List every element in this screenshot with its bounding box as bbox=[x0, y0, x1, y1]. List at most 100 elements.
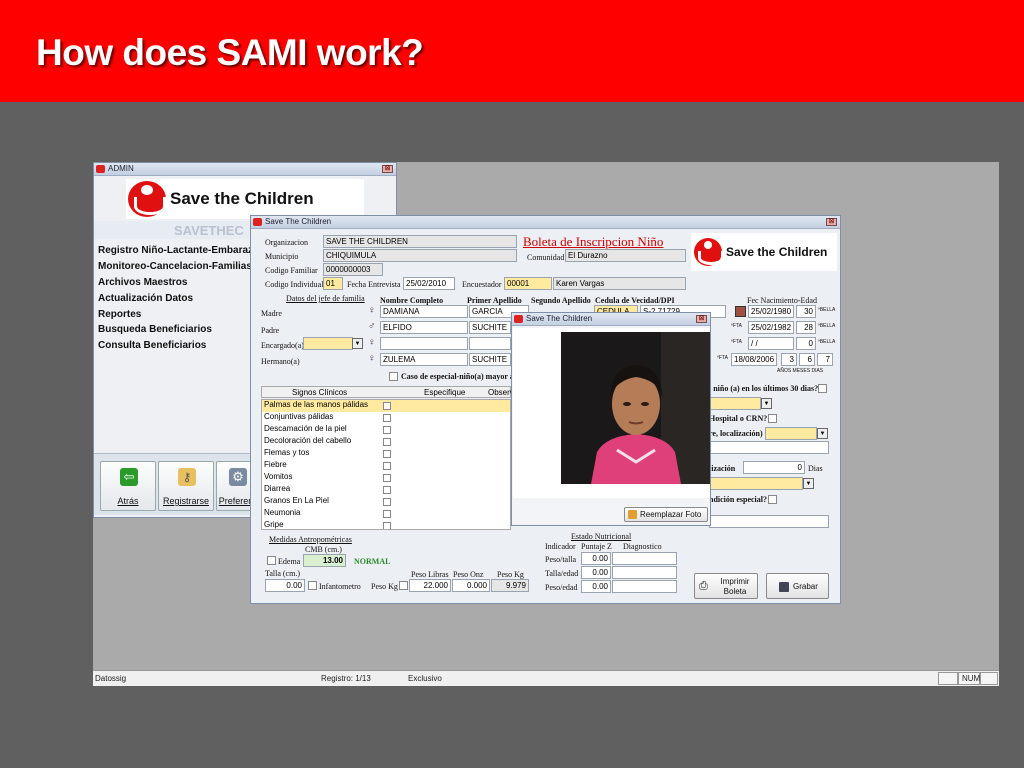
menu-registro[interactable]: Registro Niño-Lactante-Embaraz bbox=[98, 245, 253, 256]
talla-edad-diagnostico[interactable] bbox=[612, 566, 677, 579]
talla-edad-value[interactable]: 0.00 bbox=[581, 566, 611, 579]
replace-photo-label: Reemplazar Foto bbox=[640, 510, 702, 519]
hermano-fecha-field[interactable]: 18/08/2006 bbox=[731, 353, 777, 366]
signo-checkbox[interactable] bbox=[383, 414, 391, 422]
signos-row[interactable]: Vomitos bbox=[262, 472, 510, 484]
close-icon[interactable]: ⊠ bbox=[696, 315, 707, 323]
peso-libras-field[interactable]: 22.000 bbox=[409, 579, 451, 592]
menu-reportes[interactable]: Reportes bbox=[98, 309, 141, 320]
madre-nombre-field[interactable]: DAMIANA bbox=[380, 305, 468, 318]
signos-row[interactable]: Neumonia bbox=[262, 508, 510, 520]
peso-talla-diagnostico[interactable] bbox=[612, 552, 677, 565]
signo-checkbox[interactable] bbox=[383, 438, 391, 446]
hermano-meses-field[interactable]: 6 bbox=[799, 353, 815, 366]
codigo-individual-field[interactable]: 01 bbox=[323, 277, 343, 290]
dias-field[interactable]: 0 bbox=[743, 461, 805, 474]
encargado-nombre-field[interactable] bbox=[380, 337, 468, 350]
encargado-apellido-field[interactable] bbox=[469, 337, 511, 350]
encargado-select[interactable] bbox=[303, 337, 353, 350]
hermano-nombre-field[interactable]: ZULEMA bbox=[380, 353, 468, 366]
peso-kg-field[interactable]: 9.979 bbox=[491, 579, 529, 592]
cmb-field[interactable]: 13.00 bbox=[303, 554, 346, 567]
lizacion-select[interactable] bbox=[709, 477, 803, 490]
menu-monitoreo[interactable]: Monitoreo-Cancelacion-Familias bbox=[98, 261, 252, 272]
codigo-familiar-field[interactable]: 0000000003 bbox=[323, 263, 383, 276]
signos-row[interactable]: Diarrea bbox=[262, 484, 510, 496]
observ-header: Observ bbox=[488, 388, 514, 397]
segundo-apellido-header: Segundo Apellido bbox=[531, 296, 591, 305]
menu-actualizacion[interactable]: Actualización Datos bbox=[98, 293, 193, 304]
menu-busqueda[interactable]: Busqueda Beneficiarios bbox=[98, 324, 212, 335]
encuestador-code-field[interactable]: 00001 bbox=[504, 277, 552, 290]
talla-field[interactable]: 0.00 bbox=[265, 579, 305, 592]
caso-especial-checkbox[interactable] bbox=[389, 372, 398, 381]
peso-kg-checkbox[interactable] bbox=[399, 581, 408, 590]
close-icon[interactable]: ⊠ bbox=[826, 218, 837, 226]
encuestador-name-field[interactable]: Karen Vargas bbox=[553, 277, 686, 290]
localizacion-field[interactable] bbox=[709, 441, 829, 454]
madre-fecha-field[interactable]: 25/02/1980 bbox=[748, 305, 794, 318]
hermano-dias-field[interactable]: 7 bbox=[817, 353, 833, 366]
peso-talla-value[interactable]: 0.00 bbox=[581, 552, 611, 565]
cmb-label: CMB (cm.) bbox=[305, 545, 342, 554]
condicion-field[interactable] bbox=[709, 515, 829, 528]
photo-icon[interactable] bbox=[735, 306, 746, 317]
back-button[interactable]: ⇦ Atrás bbox=[100, 461, 156, 511]
print-label: Imprimir Boleta bbox=[720, 577, 750, 596]
close-icon[interactable]: ⊠ bbox=[382, 165, 393, 173]
infantometro-checkbox[interactable] bbox=[308, 581, 317, 590]
chevron-down-icon[interactable]: ▼ bbox=[761, 398, 772, 409]
municipio-field[interactable]: CHIQUIMULA bbox=[323, 249, 517, 262]
signo-checkbox[interactable] bbox=[383, 474, 391, 482]
madre-edad-field[interactable]: 30 bbox=[796, 305, 816, 318]
register-button[interactable]: ⚷ Registrarse bbox=[158, 461, 214, 511]
chevron-down-icon[interactable]: ▼ bbox=[817, 428, 828, 439]
comunidad-field[interactable]: El Durazno bbox=[565, 249, 686, 262]
signos-row[interactable]: Descamación de la piel bbox=[262, 424, 510, 436]
save-button[interactable]: Grabar bbox=[766, 573, 829, 599]
replace-photo-button[interactable]: Reemplazar Foto bbox=[624, 507, 708, 522]
q-30-dias-select[interactable] bbox=[709, 397, 761, 410]
q-condicion-checkbox[interactable] bbox=[768, 495, 777, 504]
padre-apellido-field[interactable]: SUCHITE bbox=[469, 321, 511, 334]
q-hospital-checkbox[interactable] bbox=[768, 414, 777, 423]
peso-edad-diagnostico[interactable] bbox=[612, 580, 677, 593]
encargado-edad-field[interactable]: 0 bbox=[796, 337, 816, 350]
menu-archivos[interactable]: Archivos Maestros bbox=[98, 277, 187, 288]
signos-row[interactable]: Palmas de las manos pálidas bbox=[262, 400, 510, 412]
menu-consulta[interactable]: Consulta Beneficiarios bbox=[98, 340, 206, 351]
chevron-down-icon[interactable]: ▼ bbox=[803, 478, 814, 489]
edema-checkbox[interactable] bbox=[267, 556, 276, 565]
q-30-dias-checkbox[interactable] bbox=[818, 384, 827, 393]
signo-checkbox[interactable] bbox=[383, 462, 391, 470]
fecha-entrevista-field[interactable]: 25/02/2010 bbox=[403, 277, 455, 290]
signo-checkbox[interactable] bbox=[383, 402, 391, 410]
signos-row[interactable]: Flemas y tos bbox=[262, 448, 510, 460]
signo-checkbox[interactable] bbox=[383, 486, 391, 494]
peso-edad-value[interactable]: 0.00 bbox=[581, 580, 611, 593]
signos-row[interactable]: Decoloración del cabello bbox=[262, 436, 510, 448]
print-button[interactable]: ⎙ Imprimir Boleta bbox=[694, 573, 758, 599]
signo-checkbox[interactable] bbox=[383, 510, 391, 518]
q-localizacion-select[interactable] bbox=[765, 427, 817, 440]
chevron-down-icon[interactable]: ▼ bbox=[352, 338, 363, 349]
person-icon: ♀ bbox=[368, 305, 376, 316]
padre-fecha-field[interactable]: 25/02/1982 bbox=[748, 321, 794, 334]
signos-row[interactable]: Fiebre bbox=[262, 460, 510, 472]
logo-text: Save the Children bbox=[170, 189, 314, 208]
signos-row[interactable]: Gripe bbox=[262, 520, 510, 529]
padre-edad-field[interactable]: 28 bbox=[796, 321, 816, 334]
padre-nombre-field[interactable]: ELFIDO bbox=[380, 321, 468, 334]
peso-onz-field[interactable]: 0.000 bbox=[452, 579, 490, 592]
encargado-fecha-field[interactable]: / / bbox=[748, 337, 794, 350]
printer-icon: ⎙ bbox=[699, 580, 708, 592]
signo-checkbox[interactable] bbox=[383, 522, 391, 529]
hermano-anos-field[interactable]: 3 bbox=[781, 353, 797, 366]
signo-checkbox[interactable] bbox=[383, 450, 391, 458]
signos-row[interactable]: Granos En La Piel bbox=[262, 496, 510, 508]
organizacion-field[interactable]: SAVE THE CHILDREN bbox=[323, 235, 517, 248]
hermano-apellido-field[interactable]: SUCHITE bbox=[469, 353, 511, 366]
signo-checkbox[interactable] bbox=[383, 426, 391, 434]
signos-row[interactable]: Conjuntivas pálidas bbox=[262, 412, 510, 424]
signo-checkbox[interactable] bbox=[383, 498, 391, 506]
